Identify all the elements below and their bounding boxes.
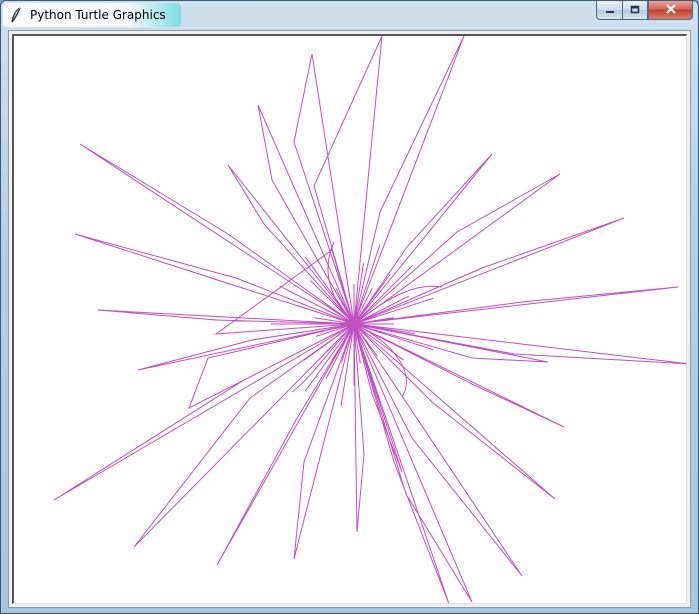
close-icon [665, 3, 677, 17]
turtle-drawing [53, 36, 686, 603]
title-bar[interactable]: Python Turtle Graphics [1, 1, 698, 30]
caption-buttons [596, 1, 693, 21]
feather-icon [9, 7, 23, 23]
close-button[interactable] [648, 1, 693, 20]
turtle-window: Python Turtle Graphics [0, 0, 699, 614]
turtle-canvas[interactable] [12, 34, 687, 604]
minimize-button[interactable] [596, 1, 622, 20]
window-client-area [8, 30, 691, 608]
maximize-icon [630, 4, 640, 17]
window-title: Python Turtle Graphics [30, 8, 166, 22]
spiral-star-path [53, 36, 686, 603]
maximize-button[interactable] [622, 1, 648, 20]
minimize-icon [605, 4, 615, 17]
